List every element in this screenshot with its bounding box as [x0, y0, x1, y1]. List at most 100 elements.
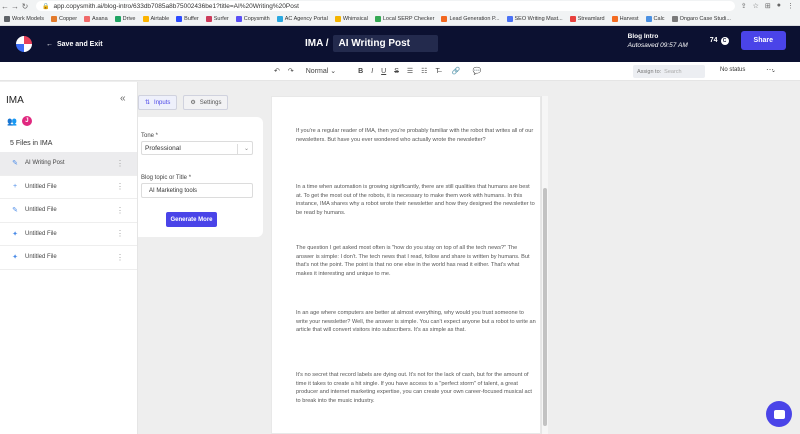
undo-icon[interactable]: ↶ [274, 67, 280, 75]
browser-address-bar: ← → ↻ 🔒 app.copysmith.ai/blog-intro/633d… [0, 0, 800, 12]
menu-icon[interactable]: ⋮ [787, 2, 794, 10]
bookmark-item[interactable]: Copper [51, 15, 78, 22]
bookmark-favicon-icon [205, 15, 212, 22]
save-and-exit-label: Save and Exit [57, 40, 103, 48]
bold-icon[interactable]: B [358, 68, 363, 75]
bookmark-item[interactable]: Copysmith [235, 15, 270, 22]
assign-to-field[interactable]: Assign to: Search [633, 65, 705, 78]
document-paragraph[interactable]: In a time when automation is growing sig… [296, 183, 536, 217]
users-icon[interactable]: 👥 [7, 117, 17, 126]
document-scrollbar[interactable] [541, 96, 548, 434]
kebab-menu-icon[interactable]: ⋮ [116, 182, 124, 191]
file-item[interactable]: + Untitled File ⋮ [0, 176, 137, 199]
link-icon[interactable]: 🔗 [452, 67, 461, 75]
share-icon[interactable]: ⇪ [741, 2, 747, 10]
bookmark-favicon-icon [611, 15, 618, 22]
bookmark-item[interactable]: Lead Generation P... [441, 15, 500, 22]
document-editor[interactable]: If you're a regular reader of IMA, then … [271, 96, 541, 434]
bookmark-item[interactable]: Work Models [4, 15, 44, 22]
file-item[interactable]: ✦ Untitled File ⋮ [0, 246, 137, 270]
generate-more-button[interactable]: Generate More [166, 212, 217, 227]
profile-icon[interactable]: ● [777, 2, 781, 10]
document-title-input[interactable]: AI Writing Post [332, 35, 438, 52]
bookmark-item[interactable]: Asana [84, 15, 108, 22]
collapse-sidebar-icon[interactable]: « [120, 93, 126, 104]
share-button[interactable]: Share [740, 31, 786, 50]
chat-support-button[interactable] [766, 401, 792, 427]
assign-label: Assign to: [637, 68, 662, 75]
bookmark-item[interactable]: Harvest [611, 15, 639, 22]
more-options-icon[interactable]: ⋯ [766, 65, 774, 74]
document-paragraph[interactable]: It's no secret that record labels are dy… [296, 371, 536, 405]
forward-arrow-icon[interactable]: → [10, 2, 20, 11]
avatar[interactable]: J [21, 116, 32, 126]
clear-format-icon[interactable]: T̶ [435, 68, 439, 75]
bookmark-item[interactable]: Whimsical [334, 15, 368, 22]
text-style-select[interactable]: Normal ⌄ [306, 67, 336, 75]
bookmark-favicon-icon [374, 15, 381, 22]
bookmark-item[interactable]: Calc [645, 15, 665, 22]
topic-input[interactable]: AI Marketing tools [141, 183, 253, 198]
back-arrow-icon[interactable]: ← [0, 2, 10, 11]
bookmark-favicon-icon [4, 15, 10, 22]
document-paragraph[interactable]: The question I get asked most often is "… [296, 244, 536, 278]
bookmark-label: AC Agency Portal [284, 15, 328, 22]
bookmark-favicon-icon [114, 15, 121, 22]
arrow-left-icon: ← [46, 40, 53, 48]
italic-icon[interactable]: I [371, 68, 373, 75]
bookmark-label: Copper [59, 15, 78, 22]
bookmark-label: Local SERP Checker [382, 15, 435, 22]
document-paragraph[interactable]: In an age where computers are better at … [296, 309, 536, 335]
credits-value: 74 [709, 37, 718, 44]
editor-toolbar: ↶ ↷ Normal ⌄ B I U S ☰ ☷ T̶ 🔗 💬 Assign t… [0, 62, 800, 81]
project-title: IMA [6, 95, 24, 106]
star-icon[interactable]: ☆ [753, 2, 759, 10]
bullet-list-icon[interactable]: ☷ [421, 67, 427, 75]
bookmark-item[interactable]: SEO Writing Mast... [506, 15, 563, 22]
kebab-menu-icon[interactable]: ⋮ [116, 253, 124, 262]
copysmith-logo[interactable] [16, 36, 32, 52]
extensions-icon[interactable]: ⊞ [765, 2, 771, 10]
sparkle-icon: ✦ [12, 254, 18, 262]
url-field[interactable]: 🔒 app.copysmith.ai/blog-intro/633db7085a… [36, 1, 735, 11]
folder-breadcrumb[interactable]: IMA / [305, 38, 329, 49]
bookmark-item[interactable]: Airtable [142, 15, 169, 22]
file-item[interactable]: ✎ AI Writing Post ⋮ [0, 152, 137, 176]
underline-icon[interactable]: U [381, 68, 386, 75]
bookmark-item[interactable]: AC Agency Portal [276, 15, 328, 22]
bookmarks-bar: Work Models Copper Asana Drive Airtable Buffe… [0, 12, 800, 26]
bookmark-favicon-icon [84, 15, 91, 22]
redo-icon[interactable]: ↷ [288, 67, 294, 75]
save-and-exit-button[interactable]: ← Save and Exit [46, 41, 103, 48]
bookmark-item[interactable]: Surfer [205, 15, 229, 22]
bookmark-favicon-icon [276, 15, 283, 22]
bookmark-item[interactable]: Drive [114, 15, 136, 22]
kebab-menu-icon[interactable]: ⋮ [116, 159, 124, 168]
document-paragraph[interactable]: If you're a regular reader of IMA, then … [296, 127, 536, 144]
strikethrough-icon[interactable]: S [394, 68, 399, 75]
scrollbar-thumb[interactable] [543, 188, 547, 426]
kebab-menu-icon[interactable]: ⋮ [116, 229, 124, 238]
bookmark-favicon-icon [51, 15, 57, 22]
bookmark-label: Harvest [619, 15, 639, 22]
file-item[interactable]: ✦ Untitled File ⋮ [0, 223, 137, 246]
ordered-list-icon[interactable]: ☰ [407, 67, 413, 75]
tab-inputs[interactable]: ⇅ Inputs [138, 95, 178, 110]
lock-icon: 🔒 [42, 3, 50, 10]
kebab-menu-icon[interactable]: ⋮ [116, 206, 124, 215]
bookmark-favicon-icon [645, 15, 652, 22]
file-list: ✎ AI Writing Post ⋮ + Untitled File ⋮ ✎ … [0, 152, 137, 270]
bookmark-item[interactable]: Streamlard [569, 15, 605, 22]
tab-settings[interactable]: ⚙ Settings [183, 95, 229, 110]
bookmark-item[interactable]: Local SERP Checker [374, 15, 435, 22]
bookmark-item[interactable]: Buffer [176, 15, 199, 22]
inputs-icon: ⇅ [145, 100, 151, 106]
comment-icon[interactable]: 💬 [472, 67, 481, 75]
file-label: Untitled File [25, 207, 57, 214]
tone-select[interactable]: Professional ⌄ [141, 141, 253, 155]
bookmark-item[interactable]: Ongaro Case Studi... [671, 15, 731, 22]
panel-tabs: ⇅ Inputs ⚙ Settings [138, 95, 229, 110]
file-item[interactable]: ✎ Untitled File ⋮ [0, 199, 137, 223]
reload-icon[interactable]: ↻ [20, 2, 30, 11]
bookmark-label: Buffer [184, 15, 199, 22]
